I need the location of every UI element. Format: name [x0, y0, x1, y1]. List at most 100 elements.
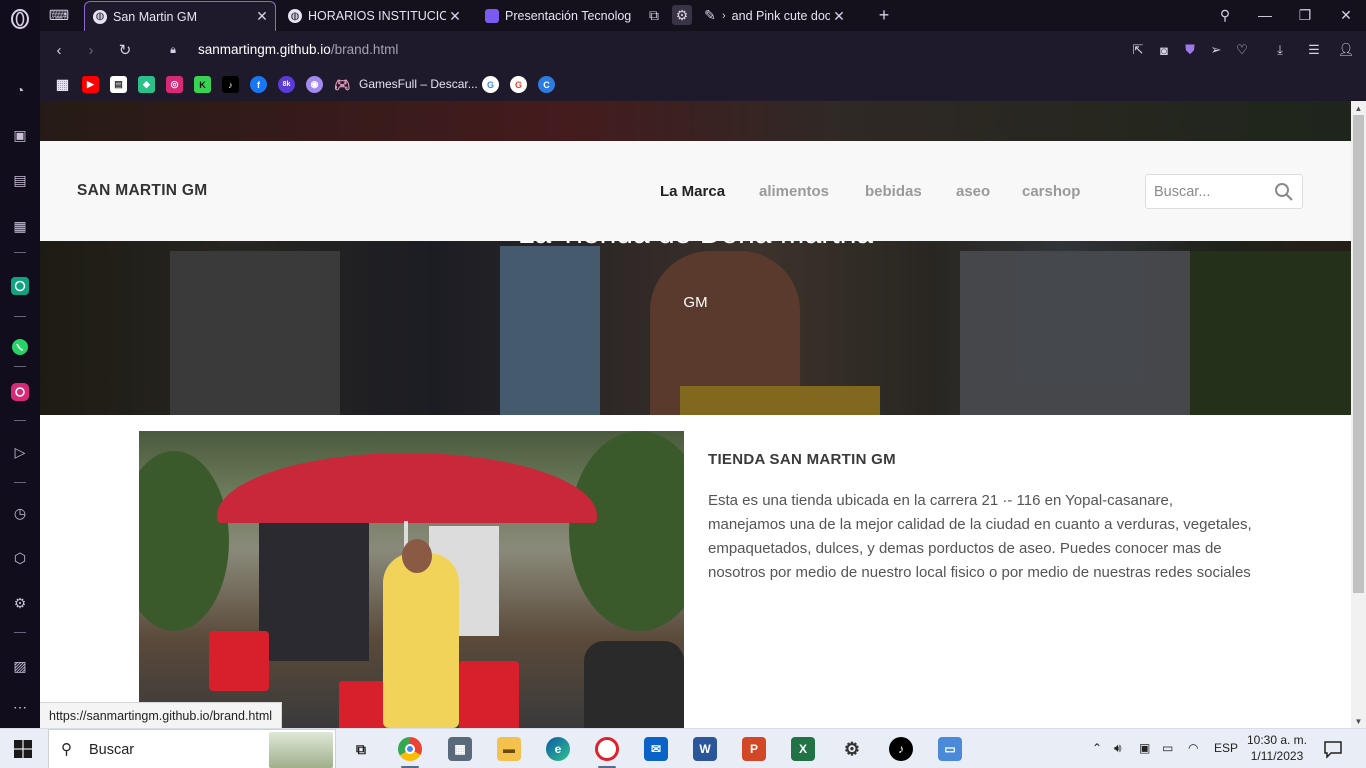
- 8k-icon[interactable]: 8k: [278, 76, 295, 93]
- chatgpt-icon[interactable]: [10, 276, 30, 296]
- share-icon[interactable]: ⇱: [1128, 40, 1148, 60]
- minimize-icon[interactable]: —: [1254, 5, 1276, 25]
- tab-presentacion[interactable]: Presentación Tecnología ||: [477, 1, 632, 31]
- forward-icon[interactable]: ›: [81, 40, 101, 60]
- canva-bookmark-icon[interactable]: C: [538, 76, 555, 93]
- chrome-icon[interactable]: [398, 737, 422, 761]
- settings-gear-icon[interactable]: ⚙: [840, 737, 864, 761]
- document-icon[interactable]: ▤: [110, 76, 127, 93]
- instagram-icon[interactable]: [10, 382, 30, 402]
- camera-icon[interactable]: ◙: [1154, 40, 1174, 60]
- nav-alimentos[interactable]: alimentos: [759, 183, 829, 200]
- tray-chevron-icon[interactable]: ⌃: [1092, 741, 1102, 755]
- word-icon[interactable]: W: [693, 737, 717, 761]
- google-icon[interactable]: G: [510, 76, 527, 93]
- tiktok-icon[interactable]: ♪: [889, 737, 913, 761]
- vpn-shield-icon[interactable]: ⛊: [1180, 40, 1200, 60]
- scroll-thumb[interactable]: [1353, 115, 1364, 593]
- remote-desktop-icon[interactable]: ▭: [938, 737, 962, 761]
- apps-grid-icon[interactable]: ▦: [54, 76, 71, 93]
- extensions-cube-icon[interactable]: ⬡: [10, 548, 30, 568]
- tray-app-icon[interactable]: ▣: [1139, 741, 1150, 755]
- download-icon[interactable]: ⤓: [1270, 40, 1290, 60]
- back-icon[interactable]: ‹: [49, 40, 69, 60]
- whatsapp-icon[interactable]: [10, 337, 30, 357]
- kick-icon[interactable]: K: [194, 76, 211, 93]
- gamepad-icon[interactable]: 🎮︎: [334, 76, 351, 93]
- windows-start-icon[interactable]: [14, 740, 32, 758]
- send-icon[interactable]: ➢: [1206, 40, 1226, 60]
- mail-icon[interactable]: ✉: [644, 737, 668, 761]
- page-scrollbar[interactable]: ▲ ▼: [1351, 101, 1366, 728]
- photo-plant: [139, 451, 229, 631]
- battery-icon[interactable]: ▭: [1162, 741, 1173, 755]
- search-input[interactable]: [1154, 182, 1269, 202]
- site-brand[interactable]: SAN MARTIN GM: [77, 182, 207, 200]
- aria-icon[interactable]: ▦: [10, 216, 30, 236]
- player-icon[interactable]: ▷: [10, 442, 30, 462]
- nav-aseo[interactable]: aseo: [956, 183, 990, 200]
- scroll-up-icon[interactable]: ▲: [1351, 101, 1366, 115]
- workspaces-gamepad-icon[interactable]: ⌨: [49, 5, 69, 25]
- bookmark-gamesfull[interactable]: GamesFull – Descar...: [359, 77, 478, 91]
- tab-settings-icon[interactable]: ⚙: [672, 5, 692, 25]
- search-highlight-art: [269, 732, 333, 768]
- close-tab-icon[interactable]: ✕: [830, 8, 848, 25]
- nav-bebidas[interactable]: bebidas: [865, 183, 922, 200]
- powerpoint-icon[interactable]: P: [742, 737, 766, 761]
- close-tab-icon[interactable]: ✕: [446, 8, 464, 25]
- hero-subtitle: GM: [683, 294, 708, 311]
- tab-horarios[interactable]: ◍ HORARIOS INSTITUCIONALES ✕: [280, 1, 468, 31]
- twitch-icon[interactable]: ▤: [10, 170, 30, 190]
- tab-snapshot-icon[interactable]: ⧉: [644, 5, 664, 25]
- nav-la-marca[interactable]: La Marca: [660, 183, 725, 200]
- opera-logo-icon[interactable]: [10, 9, 30, 29]
- speed-dial-icon[interactable]: ◔: [10, 80, 30, 100]
- opera-taskbar-icon[interactable]: [595, 737, 619, 761]
- new-tab-plus-icon[interactable]: +: [874, 5, 894, 25]
- wifi-icon[interactable]: ◠: [1188, 741, 1198, 755]
- instagram-bookmark-icon[interactable]: ◎: [166, 76, 183, 93]
- more-dots-icon[interactable]: ⋯: [10, 697, 30, 717]
- nav-carshop[interactable]: carshop: [1022, 183, 1080, 200]
- excel-icon[interactable]: X: [791, 737, 815, 761]
- notification-center-icon[interactable]: [1323, 739, 1343, 759]
- taskbar-search-label: Buscar: [89, 742, 135, 758]
- photo-motorbike: [584, 641, 684, 728]
- taskbar-search[interactable]: ⚲ Buscar: [48, 729, 336, 768]
- kahoot-shield-icon[interactable]: ◆: [138, 76, 155, 93]
- settings-gear-icon[interactable]: ⚙: [10, 593, 30, 613]
- pin-icon[interactable]: ✎: [700, 5, 720, 25]
- url-field[interactable]: sanmartingm.github.io/brand.html: [198, 42, 398, 57]
- lock-icon[interactable]: 🔒︎: [163, 40, 183, 60]
- facebook-icon[interactable]: f: [250, 76, 267, 93]
- clock[interactable]: 10:30 a. m. 1/11/2023: [1244, 732, 1310, 764]
- gallery-icon[interactable]: ▨: [10, 656, 30, 676]
- search-icon[interactable]: [1274, 182, 1294, 202]
- profile-icon[interactable]: 👤︎: [1336, 40, 1356, 60]
- scroll-down-icon[interactable]: ▼: [1351, 714, 1366, 728]
- bookmark-app-icon[interactable]: ◉: [306, 76, 323, 93]
- google-icon[interactable]: G: [482, 76, 499, 93]
- edge-icon[interactable]: e: [546, 737, 570, 761]
- close-tab-icon[interactable]: ✕: [253, 8, 271, 25]
- photo-plant: [569, 431, 684, 631]
- file-explorer-icon[interactable]: ▬: [497, 737, 521, 761]
- shopping-bag-icon[interactable]: ▣: [10, 125, 30, 145]
- youtube-icon[interactable]: ▶: [82, 76, 99, 93]
- restore-icon[interactable]: ❐: [1294, 5, 1316, 25]
- sidebar-divider: [14, 632, 26, 633]
- heart-icon[interactable]: ♡: [1232, 40, 1252, 60]
- volume-icon[interactable]: 🔊︎: [1114, 741, 1122, 756]
- tiktok-bookmark-icon[interactable]: ♪: [222, 76, 239, 93]
- calculator-icon[interactable]: ▦: [448, 737, 472, 761]
- task-view-icon[interactable]: ⧉: [349, 737, 373, 761]
- tab-san-martin[interactable]: ◍ San Martin GM ✕: [84, 1, 276, 31]
- tab-pink-doodle[interactable]: › and Pink cute doodle ✕: [722, 1, 852, 31]
- reload-icon[interactable]: ↻: [115, 40, 135, 60]
- search-tabs-icon[interactable]: ⚲: [1214, 5, 1236, 25]
- history-icon[interactable]: ◷: [10, 503, 30, 523]
- language-indicator[interactable]: ESP: [1214, 741, 1238, 755]
- close-window-icon[interactable]: ✕: [1335, 5, 1357, 25]
- easy-setup-icon[interactable]: ☰: [1304, 40, 1324, 60]
